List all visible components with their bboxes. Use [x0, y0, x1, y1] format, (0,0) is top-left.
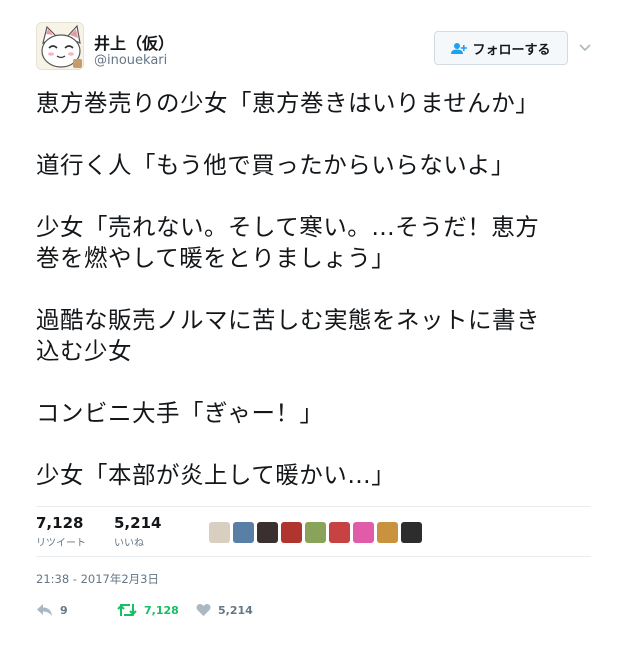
follow-button-label: フォローする [472, 42, 551, 58]
avatar-2[interactable] [233, 522, 254, 543]
reply-icon [37, 604, 52, 616]
avatar-7[interactable] [353, 522, 374, 543]
liker-avatars [209, 522, 422, 543]
avatar-6[interactable] [329, 522, 350, 543]
avatar-4[interactable] [281, 522, 302, 543]
like-stat[interactable]: 5,214 いいね [114, 514, 161, 549]
avatar-1[interactable] [209, 522, 230, 543]
avatar-5[interactable] [305, 522, 326, 543]
tweet-text: 恵方巻売りの少女「恵方巻きはいりませんか」 道行く人「もう他で買ったからいらない… [36, 88, 596, 491]
tweet-timestamp[interactable]: 21:38 - 2017年2月3日 [36, 571, 159, 587]
tweet-paragraph: 少女「本部が炎上して暖かい…」 [36, 461, 396, 489]
tweet-paragraph: 過酷な販売ノルマに苦しむ実態をネットに書き 込む少女 [36, 306, 540, 365]
chevron-down-icon[interactable] [578, 40, 592, 54]
tweet-paragraph: 道行く人「もう他で買ったからいらないよ」 [36, 151, 515, 179]
follow-button[interactable]: フォローする [434, 31, 568, 65]
tweet-paragraph: コンビニ大手「ぎゃー！」 [36, 399, 324, 427]
retweet-button[interactable]: 7,128 [117, 603, 179, 617]
avatar-8[interactable] [377, 522, 398, 543]
like-button[interactable]: 5,214 [196, 603, 253, 617]
tweet-paragraph: 少女「売れない。そして寒い。…そうだ！恵方 巻を燃やして暖をとりましょう」 [36, 213, 540, 272]
reply-button[interactable]: 9 [36, 603, 68, 617]
avatar-9[interactable] [401, 522, 422, 543]
author-avatar[interactable] [36, 22, 84, 70]
divider [36, 556, 591, 557]
like-label: いいね [114, 538, 144, 549]
add-user-icon [451, 42, 468, 54]
divider [36, 506, 591, 507]
avatar-3[interactable] [257, 522, 278, 543]
retweet-label: リツイート [36, 538, 86, 549]
author-handle[interactable]: @inouekari [94, 53, 167, 68]
retweet-action-count: 7,128 [144, 603, 179, 617]
heart-icon [196, 603, 211, 616]
tweet-paragraph: 恵方巻売りの少女「恵方巻きはいりませんか」 [36, 89, 540, 117]
author-name[interactable]: 井上（仮） [94, 30, 174, 54]
retweet-stat[interactable]: 7,128 リツイート [36, 514, 86, 549]
retweet-count: 7,128 [36, 514, 84, 532]
reply-count: 9 [60, 603, 68, 617]
like-count: 5,214 [114, 514, 162, 532]
retweet-icon [117, 603, 137, 617]
like-action-count: 5,214 [218, 603, 253, 617]
cat-avatar-icon [37, 23, 83, 69]
